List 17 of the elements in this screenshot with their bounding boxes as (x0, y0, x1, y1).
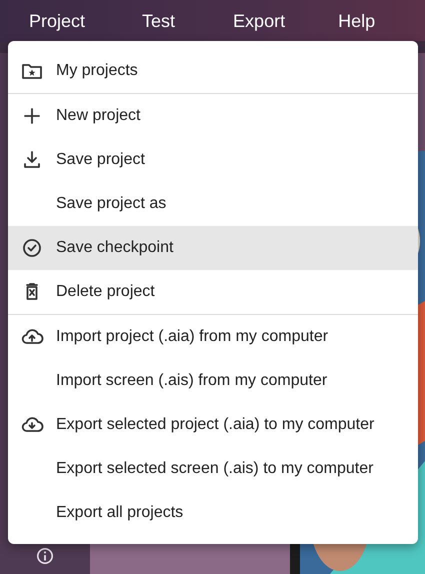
menu-item[interactable]: Save project as (8, 182, 418, 226)
menu-item[interactable]: Import project (.aia) from my computer (8, 315, 418, 359)
menu-item[interactable]: Delete project (8, 270, 418, 314)
menu-item[interactable]: Save checkpoint (8, 226, 418, 270)
menu-item[interactable]: New project (8, 94, 418, 138)
menu-item[interactable]: Import screen (.ais) from my computer (8, 359, 418, 403)
menu-item[interactable]: Export all projects (8, 491, 418, 535)
menu-item[interactable]: Export selected project (.aia) to my computer (8, 403, 418, 447)
menu-item[interactable]: My projects (8, 49, 418, 93)
info-icon[interactable] (36, 547, 54, 565)
menu-bar-item[interactable]: Export (233, 12, 286, 30)
menu-bar-item[interactable]: Test (142, 12, 176, 30)
menu-item[interactable]: Save project (8, 138, 418, 182)
menu-bar-item[interactable]: Project (29, 12, 86, 30)
menu-item[interactable]: Export selected screen (.ais) to my computer (8, 447, 418, 491)
check-circle-icon (20, 236, 44, 260)
menu-bar-item[interactable]: Help (338, 12, 376, 30)
